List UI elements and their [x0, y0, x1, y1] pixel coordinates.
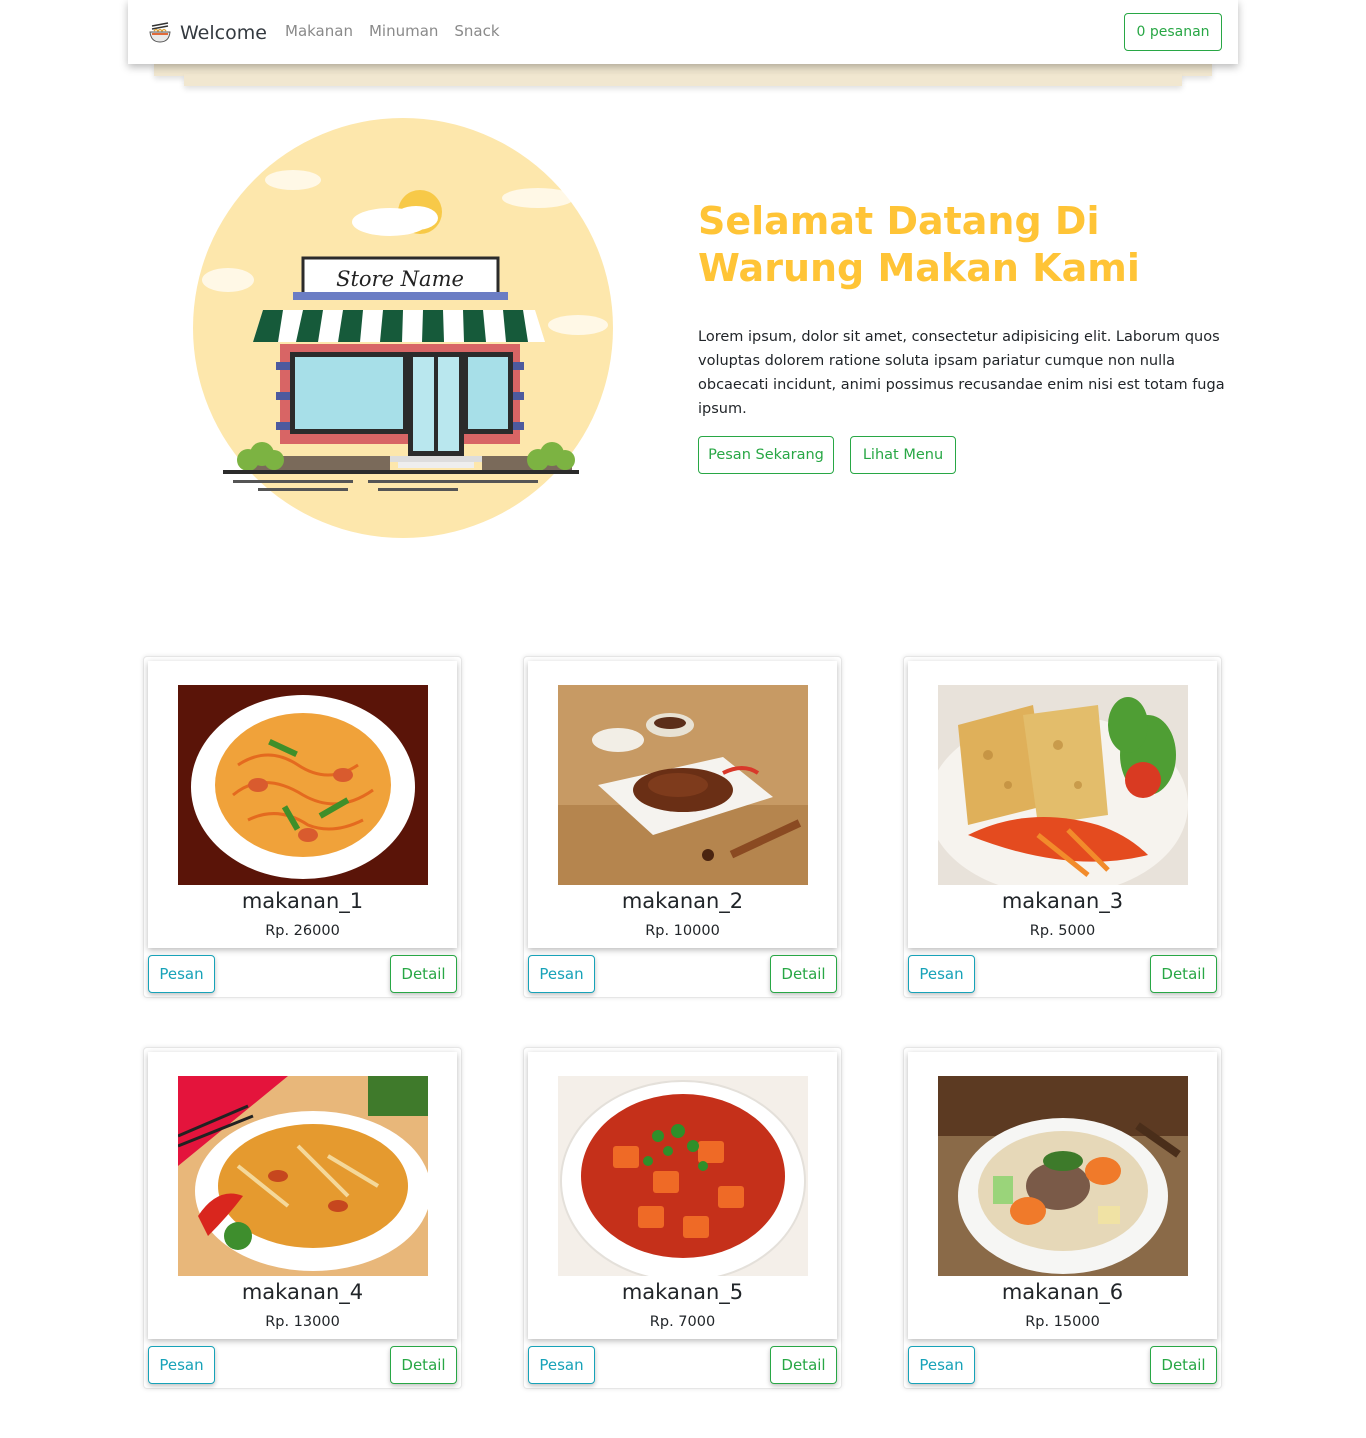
food-photo [178, 685, 428, 885]
detail-button[interactable]: Detail [770, 1346, 837, 1384]
food-price: Rp. 10000 [645, 923, 720, 939]
noodle-bowl-icon [149, 22, 171, 43]
food-name: makanan_4 [241, 1280, 364, 1304]
order-button[interactable]: Pesan [528, 955, 595, 993]
menu-card-body: makanan_5 Rp. 7000 [528, 1052, 837, 1339]
hero-title: Selamat Datang Di Warung Makan Kami [698, 199, 1140, 290]
detail-button[interactable]: Detail [770, 955, 837, 993]
menu-card-body: makanan_6 Rp. 15000 [908, 1052, 1217, 1339]
order-button[interactable]: Pesan [908, 955, 975, 993]
menu-card-body: makanan_4 Rp. 13000 [148, 1052, 457, 1339]
menu-card: makanan_5 Rp. 7000 Pesan Detail [523, 1047, 842, 1389]
food-price: Rp. 26000 [265, 923, 340, 939]
order-button[interactable]: Pesan [148, 1346, 215, 1384]
hero-description: Lorem ipsum, dolor sit amet, consectetur… [698, 329, 1225, 417]
food-name: makanan_3 [1001, 889, 1124, 913]
menu-card: makanan_6 Rp. 15000 Pesan Detail [903, 1047, 1222, 1389]
menu-card-body: makanan_1 Rp. 26000 [148, 661, 457, 948]
nav-links: Makanan Minuman Snack [285, 22, 516, 40]
order-count-button[interactable]: 0 pesanan [1124, 13, 1222, 51]
menu-card-body: makanan_3 Rp. 5000 [908, 661, 1217, 948]
food-price: Rp. 7000 [649, 1314, 716, 1330]
store-sign-text: Store Name [336, 267, 464, 291]
detail-button[interactable]: Detail [390, 1346, 457, 1384]
menu-card: makanan_3 Rp. 5000 Pesan Detail [903, 656, 1222, 998]
menu-card: makanan_2 Rp. 10000 Pesan Detail [523, 656, 842, 998]
nav-link-minuman[interactable]: Minuman [369, 22, 438, 40]
navbar-brand[interactable]: Welcome [148, 18, 267, 48]
nav-link-snack[interactable]: Snack [454, 22, 499, 40]
order-now-button[interactable]: Pesan Sekarang [698, 436, 834, 474]
food-price: Rp. 15000 [1025, 1314, 1100, 1330]
order-button[interactable]: Pesan [148, 955, 215, 993]
food-photo [178, 1076, 428, 1276]
store-illustration: Store Name [193, 118, 613, 538]
navbar-shadow-layer [184, 74, 1182, 86]
food-photo [558, 1076, 808, 1276]
food-photo [938, 685, 1188, 885]
detail-button[interactable]: Detail [390, 955, 457, 993]
food-price: Rp. 5000 [1029, 923, 1096, 939]
food-photo [558, 685, 808, 885]
menu-card: makanan_4 Rp. 13000 Pesan Detail [143, 1047, 462, 1389]
brand-text: Welcome [180, 22, 267, 44]
food-price: Rp. 13000 [265, 1314, 340, 1330]
food-name: makanan_2 [621, 889, 744, 913]
detail-button[interactable]: Detail [1150, 955, 1217, 993]
view-menu-button[interactable]: Lihat Menu [850, 436, 956, 474]
food-name: makanan_1 [241, 889, 364, 913]
order-button[interactable]: Pesan [908, 1346, 975, 1384]
menu-card-body: makanan_2 Rp. 10000 [528, 661, 837, 948]
order-button[interactable]: Pesan [528, 1346, 595, 1384]
navbar: Welcome Makanan Minuman Snack 0 pesanan [128, 0, 1238, 64]
detail-button[interactable]: Detail [1150, 1346, 1217, 1384]
food-photo [938, 1076, 1188, 1276]
nav-link-makanan[interactable]: Makanan [285, 22, 353, 40]
menu-card: makanan_1 Rp. 26000 Pesan Detail [143, 656, 462, 998]
food-name: makanan_6 [1001, 1280, 1124, 1304]
food-name: makanan_5 [621, 1280, 744, 1304]
